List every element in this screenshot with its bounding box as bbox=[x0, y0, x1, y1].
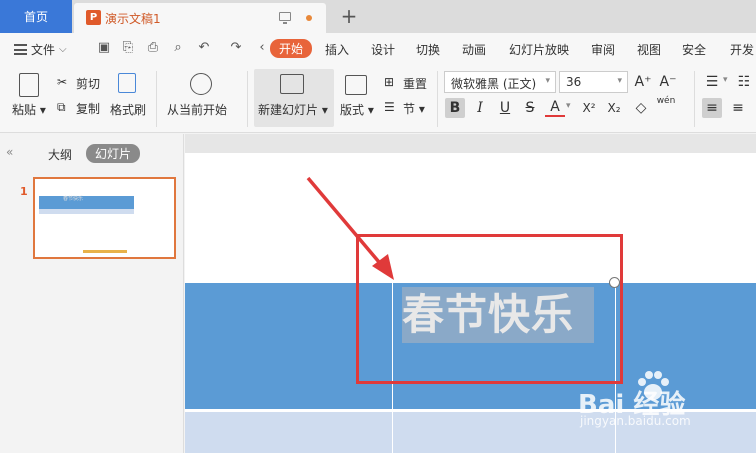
document-title: 演示文稿1 bbox=[105, 12, 161, 26]
slide-thumbnail[interactable]: 春节快乐 bbox=[33, 177, 176, 259]
font-name-select[interactable]: 微软雅黑 (正文) ▾ bbox=[444, 71, 556, 93]
section-icon[interactable]: ☰ bbox=[384, 100, 395, 114]
file-menu[interactable]: 文件 ⌵ bbox=[14, 41, 67, 58]
menu-tab-design[interactable]: 设计 bbox=[371, 41, 395, 58]
numbered-list-icon[interactable]: ☷ bbox=[734, 72, 754, 92]
hamburger-icon bbox=[14, 44, 27, 55]
chevron-down-icon[interactable]: ▾ bbox=[723, 75, 728, 85]
redo-icon[interactable]: ↷ bbox=[228, 40, 244, 56]
cut-icon[interactable]: ✂ bbox=[57, 75, 67, 89]
preview-icon[interactable]: ⌕ bbox=[170, 40, 186, 56]
thumbnail-band bbox=[39, 196, 134, 209]
superscript-button[interactable]: X² bbox=[579, 98, 599, 118]
format-painter-icon[interactable] bbox=[118, 73, 136, 93]
presentation-icon: P bbox=[86, 10, 101, 25]
reset-icon[interactable]: ⊞ bbox=[384, 75, 394, 89]
home-tab[interactable]: 首页 bbox=[0, 0, 72, 33]
tab-slides[interactable]: 幻灯片 bbox=[86, 144, 141, 163]
new-tab-button[interactable]: + bbox=[338, 5, 360, 27]
tab-bar: 首页 P 演示文稿1 + bbox=[0, 0, 756, 33]
annotation-arrow bbox=[306, 176, 394, 280]
file-menu-label: 文件 bbox=[31, 43, 56, 57]
menu-tab-developer[interactable]: 开发 bbox=[730, 41, 754, 58]
cut-button[interactable]: 剪切 bbox=[76, 75, 100, 92]
from-current-button[interactable]: 从当前开始 bbox=[167, 101, 227, 118]
layout-button[interactable]: 版式 ▾ bbox=[340, 101, 374, 118]
menu-tab-insert[interactable]: 插入 bbox=[325, 41, 349, 58]
new-slide-icon[interactable] bbox=[280, 74, 304, 94]
menu-tab-animation[interactable]: 动画 bbox=[462, 41, 486, 58]
strikethrough-button[interactable]: S bbox=[520, 98, 540, 118]
font-color-button[interactable]: A bbox=[545, 98, 565, 117]
bold-button[interactable]: B bbox=[445, 98, 465, 118]
save-icon[interactable]: ▣ bbox=[96, 40, 112, 56]
section-button[interactable]: 节 ▾ bbox=[403, 100, 425, 117]
menu-tab-transition[interactable]: 切换 bbox=[416, 41, 440, 58]
new-slide-button[interactable]: 新建幻灯片 ▾ bbox=[258, 101, 328, 118]
format-painter-button[interactable]: 格式刷 bbox=[110, 101, 146, 118]
subscript-button[interactable]: X₂ bbox=[604, 98, 624, 118]
print-icon[interactable]: ⎙ bbox=[145, 40, 161, 56]
tab-outline[interactable]: 大纲 bbox=[48, 146, 72, 163]
thumbnail-heading: 春节快乐 bbox=[63, 196, 84, 202]
decrease-font-button[interactable]: A⁻ bbox=[658, 72, 678, 92]
monitor-icon[interactable] bbox=[279, 12, 291, 24]
chevron-down-icon: ▾ bbox=[617, 76, 622, 86]
chevron-down-icon: ⌵ bbox=[59, 44, 67, 55]
more-quick-icon[interactable]: ‹ bbox=[254, 40, 270, 56]
chevron-down-icon: ▾ bbox=[545, 76, 550, 86]
layout-icon[interactable] bbox=[345, 75, 367, 95]
paste-button[interactable]: 粘贴 ▾ bbox=[12, 101, 46, 118]
increase-font-button[interactable]: A⁺ bbox=[633, 72, 653, 92]
slide-panel: « 大纲 幻灯片 1 春节快乐 bbox=[0, 134, 184, 453]
undo-icon[interactable]: ↶ bbox=[196, 40, 212, 56]
phonetic-button[interactable]: wén bbox=[656, 96, 676, 116]
menu-tab-home[interactable]: 开始 bbox=[270, 39, 313, 58]
align-center-icon[interactable]: ≡ bbox=[728, 98, 748, 118]
menu-tab-view[interactable]: 视图 bbox=[637, 41, 661, 58]
watermark-url: jingyan.baidu.com bbox=[580, 414, 691, 428]
unsaved-dot-icon bbox=[306, 15, 312, 21]
menu-tab-review[interactable]: 审阅 bbox=[591, 41, 615, 58]
underline-button[interactable]: U bbox=[495, 98, 515, 118]
font-size-select[interactable]: 36 ▾ bbox=[559, 71, 628, 93]
baidu-watermark: Bai 经验 jingyan.baidu.com bbox=[578, 370, 748, 430]
thumbnail-band-lower bbox=[39, 209, 134, 214]
chevron-down-icon[interactable]: ▾ bbox=[566, 101, 571, 111]
bullet-list-icon[interactable]: ☰ bbox=[702, 72, 722, 92]
menu-tab-security[interactable]: 安全 bbox=[682, 41, 706, 58]
thumbnail-bar bbox=[83, 250, 127, 253]
menu-bar: 文件 ⌵ ▣ ⎘ ⎙ ⌕ ↶ ↷ ‹ 开始 插入 设计 切换 动画 幻灯片放映 … bbox=[0, 33, 756, 65]
menu-tab-slideshow[interactable]: 幻灯片放映 bbox=[509, 41, 569, 58]
copy-button[interactable]: 复制 bbox=[76, 100, 100, 117]
copy-icon[interactable]: ⧉ bbox=[57, 100, 66, 115]
eraser-icon[interactable]: ◇ bbox=[631, 98, 651, 118]
ribbon: 粘贴 ▾ ✂ 剪切 ⧉ 复制 格式刷 从当前开始 新建幻灯片 ▾ 版式 ▾ ⊞ … bbox=[0, 65, 756, 133]
paste-icon[interactable] bbox=[19, 73, 39, 97]
document-tab[interactable]: P 演示文稿1 bbox=[74, 3, 326, 33]
export-icon[interactable]: ⎘ bbox=[120, 40, 136, 56]
play-icon[interactable] bbox=[190, 73, 212, 95]
divider bbox=[694, 71, 695, 127]
divider bbox=[247, 71, 248, 127]
divider bbox=[437, 71, 438, 127]
reset-button[interactable]: 重置 bbox=[403, 75, 427, 92]
divider bbox=[156, 71, 157, 127]
slide-number: 1 bbox=[20, 185, 28, 198]
align-left-icon[interactable]: ≡ bbox=[702, 98, 722, 118]
collapse-icon[interactable]: « bbox=[6, 145, 13, 159]
italic-button[interactable]: I bbox=[470, 98, 490, 118]
